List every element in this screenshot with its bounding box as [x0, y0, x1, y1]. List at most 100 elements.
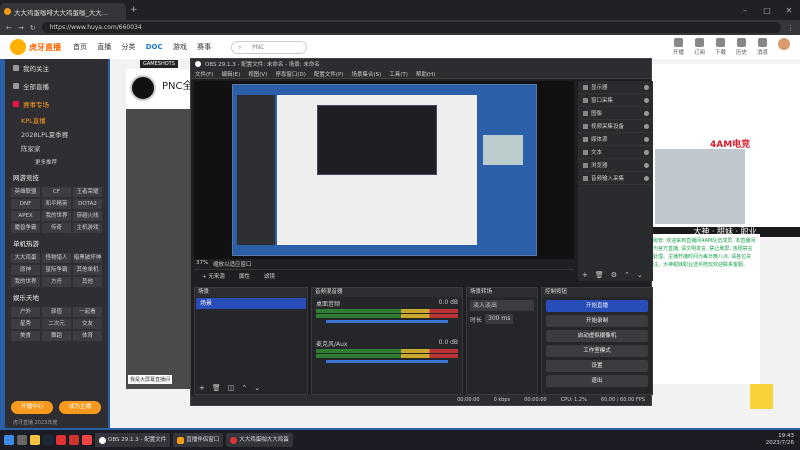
mobile-tag[interactable]: 我的世界 [11, 277, 40, 287]
sidebar-sub-kpl[interactable]: KPL直播 [5, 113, 108, 127]
become-streamer-button[interactable]: 成为主播 [59, 401, 101, 414]
ent-tag[interactable]: 二次元 [42, 319, 71, 329]
mobile-tag[interactable]: 其他 [73, 277, 102, 287]
nav-category[interactable]: 分类 [121, 43, 135, 51]
app-icon[interactable] [82, 435, 92, 445]
game-tag[interactable]: CF [42, 187, 71, 197]
eye-icon[interactable] [644, 162, 649, 168]
start-broadcast-button[interactable]: 开播中心 [11, 401, 53, 414]
source-item[interactable]: 音频输入采集 [578, 172, 653, 185]
nav-game[interactable]: 游戏 [173, 43, 187, 51]
volume-slider[interactable] [326, 320, 448, 323]
game-tag[interactable]: 穿越火线 [73, 211, 102, 221]
eye-icon[interactable] [644, 149, 649, 155]
ent-tag[interactable]: 星秀 [11, 319, 40, 329]
ent-tag[interactable]: 舞蹈 [42, 331, 71, 341]
trash-icon[interactable]: 🗑 [595, 271, 604, 279]
transition-select[interactable]: 淡入淡出 [470, 300, 534, 311]
source-item[interactable]: 视频采集设备 [578, 120, 653, 133]
eye-icon[interactable] [644, 84, 649, 90]
taskbar-app-browser[interactable]: 大大鸡蛋咖大大鸡蛋 [226, 433, 293, 447]
gear-icon[interactable]: ⚙ [611, 271, 617, 279]
obs-menu-scenes[interactable]: 场景集合(S) [351, 70, 381, 78]
eye-icon[interactable] [644, 175, 649, 181]
minimize-icon[interactable]: – [734, 6, 756, 15]
properties-button[interactable]: 属性 [239, 272, 250, 280]
ent-tag[interactable]: 美食 [11, 331, 40, 341]
mobile-tag[interactable]: 方舟 [42, 277, 71, 287]
maximize-icon[interactable]: □ [756, 6, 778, 15]
browser-tab[interactable]: 大大鸡蛋咖啡大大鸡蛋咖_大大... [0, 3, 126, 20]
nav-home[interactable]: 首页 [73, 43, 87, 51]
header-broadcast-button[interactable]: 开播 [673, 38, 684, 56]
sidebar-sub-more[interactable]: 更多推荐 [5, 155, 108, 169]
filters-button[interactable]: 滤镜 [264, 272, 275, 280]
close-icon[interactable]: ✕ [778, 6, 800, 15]
game-tag[interactable]: 我的世界 [42, 211, 71, 221]
filter-icon[interactable]: ◫ [228, 384, 235, 392]
game-tag[interactable]: DOTA2 [73, 199, 102, 209]
system-clock[interactable]: 19:43 2023/7/26 [766, 433, 794, 447]
source-item[interactable]: 浏览器 [578, 159, 653, 172]
studio-mode-button[interactable]: 工作室模式 [546, 345, 648, 357]
video-player[interactable]: 我是大屏幕直播间 [126, 109, 196, 389]
eye-icon[interactable] [644, 97, 649, 103]
back-icon[interactable]: ← [6, 24, 12, 32]
eye-icon[interactable] [644, 123, 649, 129]
nav-match[interactable]: 赛事 [197, 43, 211, 51]
windows-start-icon[interactable] [4, 435, 14, 445]
obs-menu-profile[interactable]: 配置文件(P) [314, 70, 344, 78]
trash-icon[interactable]: 🗑 [212, 384, 221, 392]
ent-tag[interactable]: 一起看 [73, 307, 102, 317]
virtual-camera-button[interactable]: 启动虚拟摄像机 [546, 330, 648, 342]
sidebar-sub-lpl[interactable]: 2028LPL夏季赛 [5, 127, 108, 141]
add-icon[interactable]: + [199, 384, 205, 392]
game-tag[interactable]: 魔兽争霸 [11, 223, 40, 233]
source-item[interactable]: 窗口采集 [578, 94, 653, 107]
mobile-tag[interactable]: 暗黑破坏神 [73, 253, 102, 263]
chevron-down-icon[interactable]: ⌄ [637, 271, 643, 279]
scene-item[interactable]: 场景 [196, 298, 306, 309]
mobile-tag[interactable]: 原神 [11, 265, 40, 275]
game-tag[interactable]: 英雄联盟 [11, 187, 40, 197]
reload-icon[interactable]: ↻ [30, 24, 36, 32]
zoom-label[interactable]: 缩放以适应窗口 [213, 260, 252, 268]
ent-tag[interactable]: 交友 [73, 319, 102, 329]
url-input[interactable]: https://www.huya.com/660034 [41, 22, 781, 33]
obs-menu-docks[interactable]: 停靠窗口(D) [275, 70, 306, 78]
taskbar-app-companion[interactable]: 直播伴侣窗口 [173, 433, 224, 447]
mobile-tag[interactable]: 大大鸡蛋 [11, 253, 40, 263]
header-download-button[interactable]: 下载 [715, 38, 726, 56]
app-icon[interactable] [69, 435, 79, 445]
game-tag[interactable]: APEX [11, 211, 40, 221]
avatar[interactable] [778, 38, 790, 56]
ent-tag[interactable]: 户外 [11, 307, 40, 317]
steam-icon[interactable] [43, 435, 53, 445]
sidebar-sub-chen[interactable]: 陈家家 [5, 141, 108, 155]
obs-preview[interactable] [194, 81, 574, 259]
chrome-icon[interactable] [56, 435, 66, 445]
start-recording-button[interactable]: 开始录制 [546, 315, 648, 327]
streamer-avatar[interactable] [130, 75, 156, 101]
new-tab-button[interactable]: + [130, 5, 138, 15]
source-item[interactable]: 图像 [578, 107, 653, 120]
sidebar-item-events[interactable]: 赛事专场 [5, 95, 108, 113]
nav-live[interactable]: 直播 [97, 43, 111, 51]
chevron-up-icon[interactable]: ⌃ [241, 384, 247, 392]
explorer-icon[interactable] [30, 435, 40, 445]
exit-button[interactable]: 退出 [546, 375, 648, 387]
menu-icon[interactable]: ⋮ [787, 24, 794, 32]
chevron-up-icon[interactable]: ⌃ [624, 271, 630, 279]
header-history-button[interactable]: 历史 [736, 38, 747, 56]
obs-menu-file[interactable]: 文件(F) [195, 70, 213, 78]
obs-menu-view[interactable]: 视图(V) [248, 70, 267, 78]
source-item[interactable]: 文本 [578, 146, 653, 159]
volume-slider[interactable] [326, 360, 448, 363]
search-icon[interactable] [17, 435, 27, 445]
settings-button[interactable]: 设置 [546, 360, 648, 372]
game-tag[interactable]: 王者荣耀 [73, 187, 102, 197]
source-item[interactable]: 显示器 [578, 81, 653, 94]
chevron-down-icon[interactable]: ⌄ [254, 384, 260, 392]
mobile-tag[interactable]: 怪物猎人 [42, 253, 71, 263]
game-tag[interactable]: 主机游戏 [73, 223, 102, 233]
